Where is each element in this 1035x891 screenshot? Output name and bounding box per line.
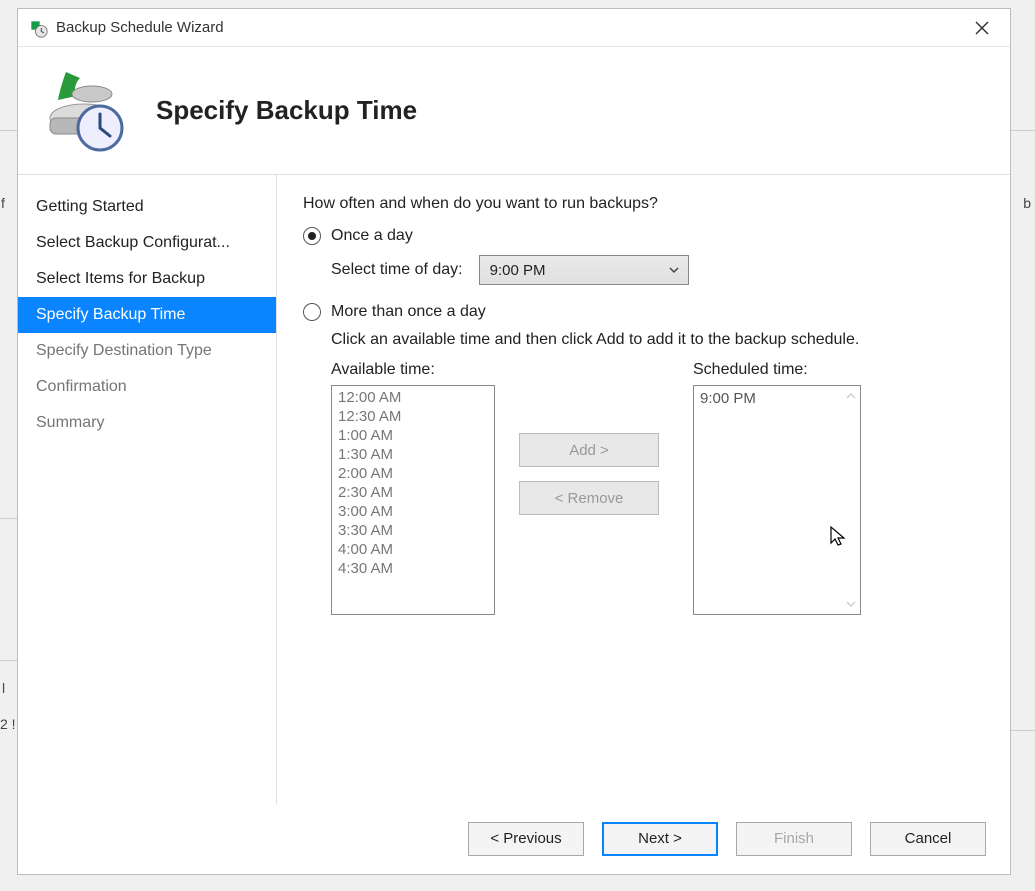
available-time-option[interactable]: 1:30 AM [332, 445, 494, 464]
available-time-option[interactable]: 3:00 AM [332, 502, 494, 521]
available-time-option[interactable]: 3:30 AM [332, 521, 494, 540]
radio-more-label: More than once a day [331, 303, 486, 321]
available-time-option[interactable]: 12:00 AM [332, 388, 494, 407]
available-time-option[interactable]: 4:30 AM [332, 559, 494, 578]
available-time-option[interactable]: 4:00 AM [332, 540, 494, 559]
wizard-main-panel: How often and when do you want to run ba… [277, 175, 1010, 804]
time-of-day-select[interactable]: 9:00 PM [479, 255, 689, 285]
scheduled-scroll-indicators [842, 386, 860, 614]
time-of-day-value: 9:00 PM [490, 262, 546, 279]
question-text: How often and when do you want to run ba… [303, 195, 984, 213]
wizard-footer: < Previous Next > Finish Cancel [18, 804, 1010, 874]
available-time-listbox[interactable]: 12:00 AM12:30 AM1:00 AM1:30 AM2:00 AM2:3… [331, 385, 495, 615]
wizard-header: Specify Backup Time [18, 47, 1010, 175]
select-time-label: Select time of day: [331, 261, 463, 279]
backup-drive-clock-icon [36, 66, 126, 156]
sidebar-item-3[interactable]: Specify Backup Time [18, 297, 276, 333]
titlebar: Backup Schedule Wizard [18, 9, 1010, 47]
wizard-window: Backup Schedule Wizard Specify Backup Ti… [17, 8, 1011, 875]
window-title: Backup Schedule Wizard [56, 19, 960, 36]
wizard-steps-sidebar: Getting StartedSelect Backup Configurat.… [18, 175, 277, 804]
chevron-up-icon [845, 390, 857, 402]
next-button[interactable]: Next > [602, 822, 718, 856]
radio-once-label: Once a day [331, 227, 413, 245]
chevron-down-icon [668, 264, 680, 276]
sidebar-item-0[interactable]: Getting Started [18, 189, 276, 225]
add-time-description: Click an available time and then click A… [331, 331, 984, 349]
sidebar-item-4[interactable]: Specify Destination Type [18, 333, 276, 369]
chevron-down-icon [845, 598, 857, 610]
available-time-option[interactable]: 2:30 AM [332, 483, 494, 502]
cancel-button[interactable]: Cancel [870, 822, 986, 856]
scheduled-time-listbox[interactable]: 9:00 PM [693, 385, 861, 615]
previous-button[interactable]: < Previous [468, 822, 584, 856]
sidebar-item-6[interactable]: Summary [18, 405, 276, 441]
available-time-option[interactable]: 1:00 AM [332, 426, 494, 445]
available-time-option[interactable]: 12:30 AM [332, 407, 494, 426]
radio-more-than-once[interactable] [303, 303, 321, 321]
sidebar-item-1[interactable]: Select Backup Configurat... [18, 225, 276, 261]
finish-button: Finish [736, 822, 852, 856]
page-title: Specify Backup Time [156, 95, 417, 126]
scheduled-time-label: Scheduled time: [693, 361, 861, 379]
sidebar-item-2[interactable]: Select Items for Backup [18, 261, 276, 297]
remove-button[interactable]: < Remove [519, 481, 659, 515]
radio-once-a-day[interactable] [303, 227, 321, 245]
scheduled-time-option[interactable]: 9:00 PM [700, 390, 854, 407]
available-time-option[interactable]: 2:00 AM [332, 464, 494, 483]
available-time-label: Available time: [331, 361, 495, 379]
add-button[interactable]: Add > [519, 433, 659, 467]
backup-schedule-icon [28, 18, 48, 38]
close-button[interactable] [960, 13, 1004, 43]
sidebar-item-5[interactable]: Confirmation [18, 369, 276, 405]
